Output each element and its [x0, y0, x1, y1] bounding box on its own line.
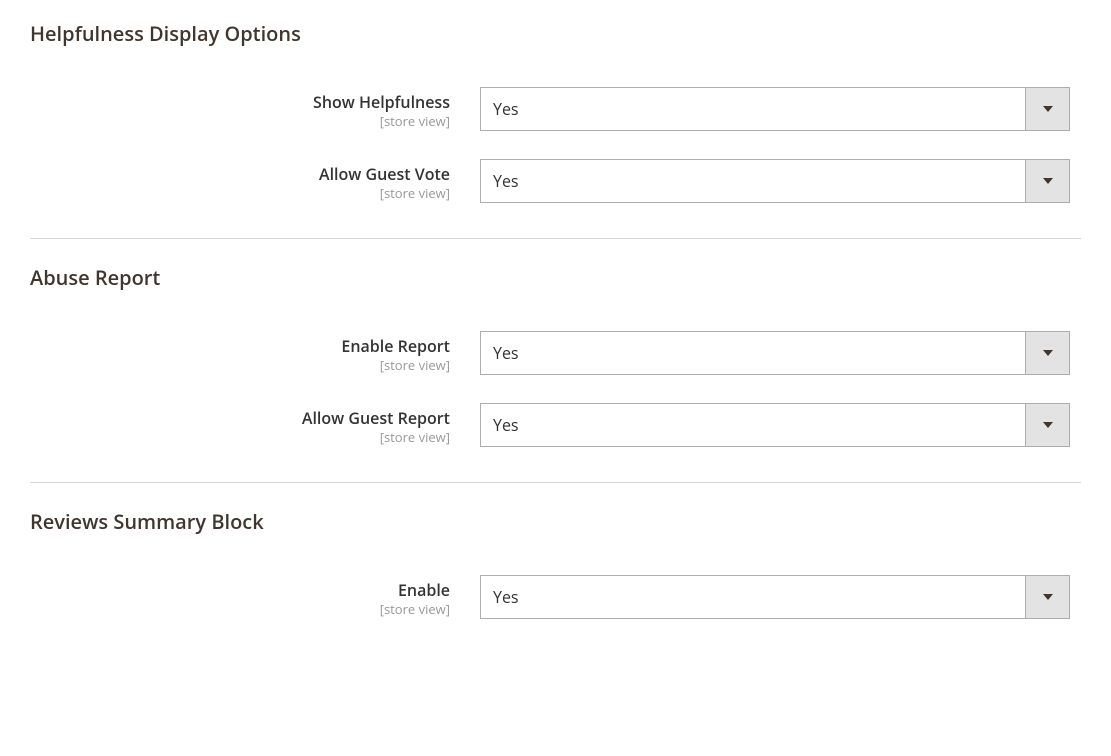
- chevron-down-icon: [1025, 160, 1069, 202]
- select-value: Yes: [481, 332, 1025, 374]
- field-summary-enable: Enable [store view] Yes: [30, 575, 1081, 619]
- select-show-helpfulness[interactable]: Yes: [480, 87, 1070, 131]
- chevron-down-icon: [1025, 404, 1069, 446]
- select-value: Yes: [481, 576, 1025, 618]
- select-summary-enable[interactable]: Yes: [480, 575, 1070, 619]
- chevron-down-icon: [1025, 88, 1069, 130]
- label-text: Enable Report: [30, 337, 450, 356]
- field-allow-guest-report: Allow Guest Report [store view] Yes: [30, 403, 1081, 447]
- label-scope: [store view]: [30, 600, 450, 618]
- field-allow-guest-vote: Allow Guest Vote [store view] Yes: [30, 159, 1081, 203]
- select-allow-guest-vote[interactable]: Yes: [480, 159, 1070, 203]
- section-title-helpfulness: Helpfulness Display Options: [30, 20, 1081, 47]
- field-enable-report: Enable Report [store view] Yes: [30, 331, 1081, 375]
- chevron-down-icon: [1025, 576, 1069, 618]
- field-control: Yes: [480, 403, 1070, 447]
- section-abuse: Abuse Report Enable Report [store view] …: [30, 264, 1081, 483]
- chevron-down-icon: [1025, 332, 1069, 374]
- section-summary: Reviews Summary Block Enable [store view…: [30, 508, 1081, 654]
- field-label-enable-report: Enable Report [store view]: [30, 331, 480, 374]
- label-scope: [store view]: [30, 112, 450, 130]
- label-scope: [store view]: [30, 428, 450, 446]
- label-text: Enable: [30, 581, 450, 600]
- field-label-allow-guest-report: Allow Guest Report [store view]: [30, 403, 480, 446]
- field-show-helpfulness: Show Helpfulness [store view] Yes: [30, 87, 1081, 131]
- field-label-summary-enable: Enable [store view]: [30, 575, 480, 618]
- field-control: Yes: [480, 331, 1070, 375]
- label-text: Show Helpfulness: [30, 93, 450, 112]
- section-title-abuse: Abuse Report: [30, 264, 1081, 291]
- select-value: Yes: [481, 160, 1025, 202]
- select-enable-report[interactable]: Yes: [480, 331, 1070, 375]
- label-scope: [store view]: [30, 184, 450, 202]
- field-control: Yes: [480, 575, 1070, 619]
- select-value: Yes: [481, 404, 1025, 446]
- field-control: Yes: [480, 159, 1070, 203]
- field-control: Yes: [480, 87, 1070, 131]
- select-allow-guest-report[interactable]: Yes: [480, 403, 1070, 447]
- field-label-allow-guest-vote: Allow Guest Vote [store view]: [30, 159, 480, 202]
- label-scope: [store view]: [30, 356, 450, 374]
- section-title-summary: Reviews Summary Block: [30, 508, 1081, 535]
- label-text: Allow Guest Report: [30, 409, 450, 428]
- select-value: Yes: [481, 88, 1025, 130]
- field-label-show-helpfulness: Show Helpfulness [store view]: [30, 87, 480, 130]
- label-text: Allow Guest Vote: [30, 165, 450, 184]
- section-helpfulness: Helpfulness Display Options Show Helpful…: [30, 20, 1081, 239]
